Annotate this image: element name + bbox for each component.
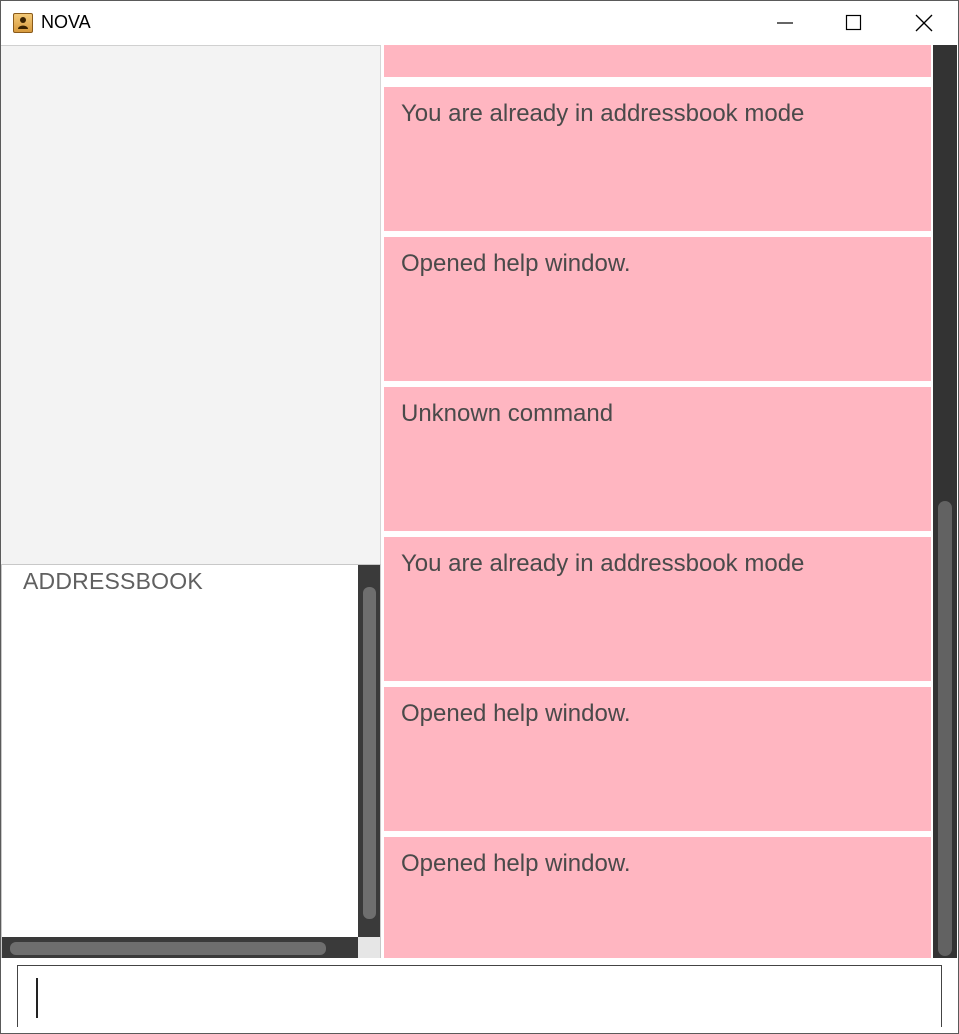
list-horizontal-scroll-thumb[interactable] [10, 942, 326, 955]
address-book-icon [13, 13, 33, 33]
result-message: Opened help window. [401, 700, 631, 727]
result-card [384, 45, 931, 77]
scrollbar-corner [358, 937, 380, 959]
minimize-button[interactable] [761, 1, 807, 45]
command-input[interactable] [17, 965, 942, 1027]
result-message: Opened help window. [401, 850, 631, 877]
result-message: You are already in addressbook mode [401, 550, 805, 577]
title-bar[interactable]: NOVA [1, 1, 958, 45]
result-card: You are already in addressbook mode [384, 537, 931, 681]
command-box-area [1, 958, 958, 1033]
results-vertical-scrollbar[interactable] [933, 45, 957, 958]
detail-panel [1, 45, 381, 564]
results-vertical-scroll-thumb[interactable] [938, 501, 952, 956]
list-vertical-scrollbar[interactable] [358, 565, 380, 937]
addressbook-list-panel[interactable]: ADDRESSBOOK [1, 564, 381, 961]
maximize-icon [845, 14, 862, 31]
result-list[interactable]: You are already in addressbook mode Open… [382, 45, 933, 958]
window-title: NOVA [41, 12, 91, 32]
result-card: Unknown command [384, 387, 931, 531]
result-card: Opened help window. [384, 237, 931, 381]
close-button[interactable] [900, 1, 946, 45]
result-message: Opened help window. [401, 250, 631, 277]
minimize-icon [777, 22, 793, 24]
list-horizontal-scrollbar[interactable] [2, 937, 358, 959]
text-caret [36, 978, 38, 1018]
result-card: Opened help window. [384, 837, 931, 958]
result-message: Unknown command [401, 400, 614, 427]
result-message: You are already in addressbook mode [401, 100, 805, 127]
list-vertical-scroll-thumb[interactable] [363, 587, 376, 919]
app-window: NOVA ADDRESSBOOK You are already in addr… [0, 0, 959, 1034]
close-icon [915, 14, 933, 32]
result-card: You are already in addressbook mode [384, 87, 931, 231]
addressbook-label: ADDRESSBOOK [23, 568, 203, 594]
result-card: Opened help window. [384, 687, 931, 831]
maximize-button[interactable] [830, 1, 876, 45]
